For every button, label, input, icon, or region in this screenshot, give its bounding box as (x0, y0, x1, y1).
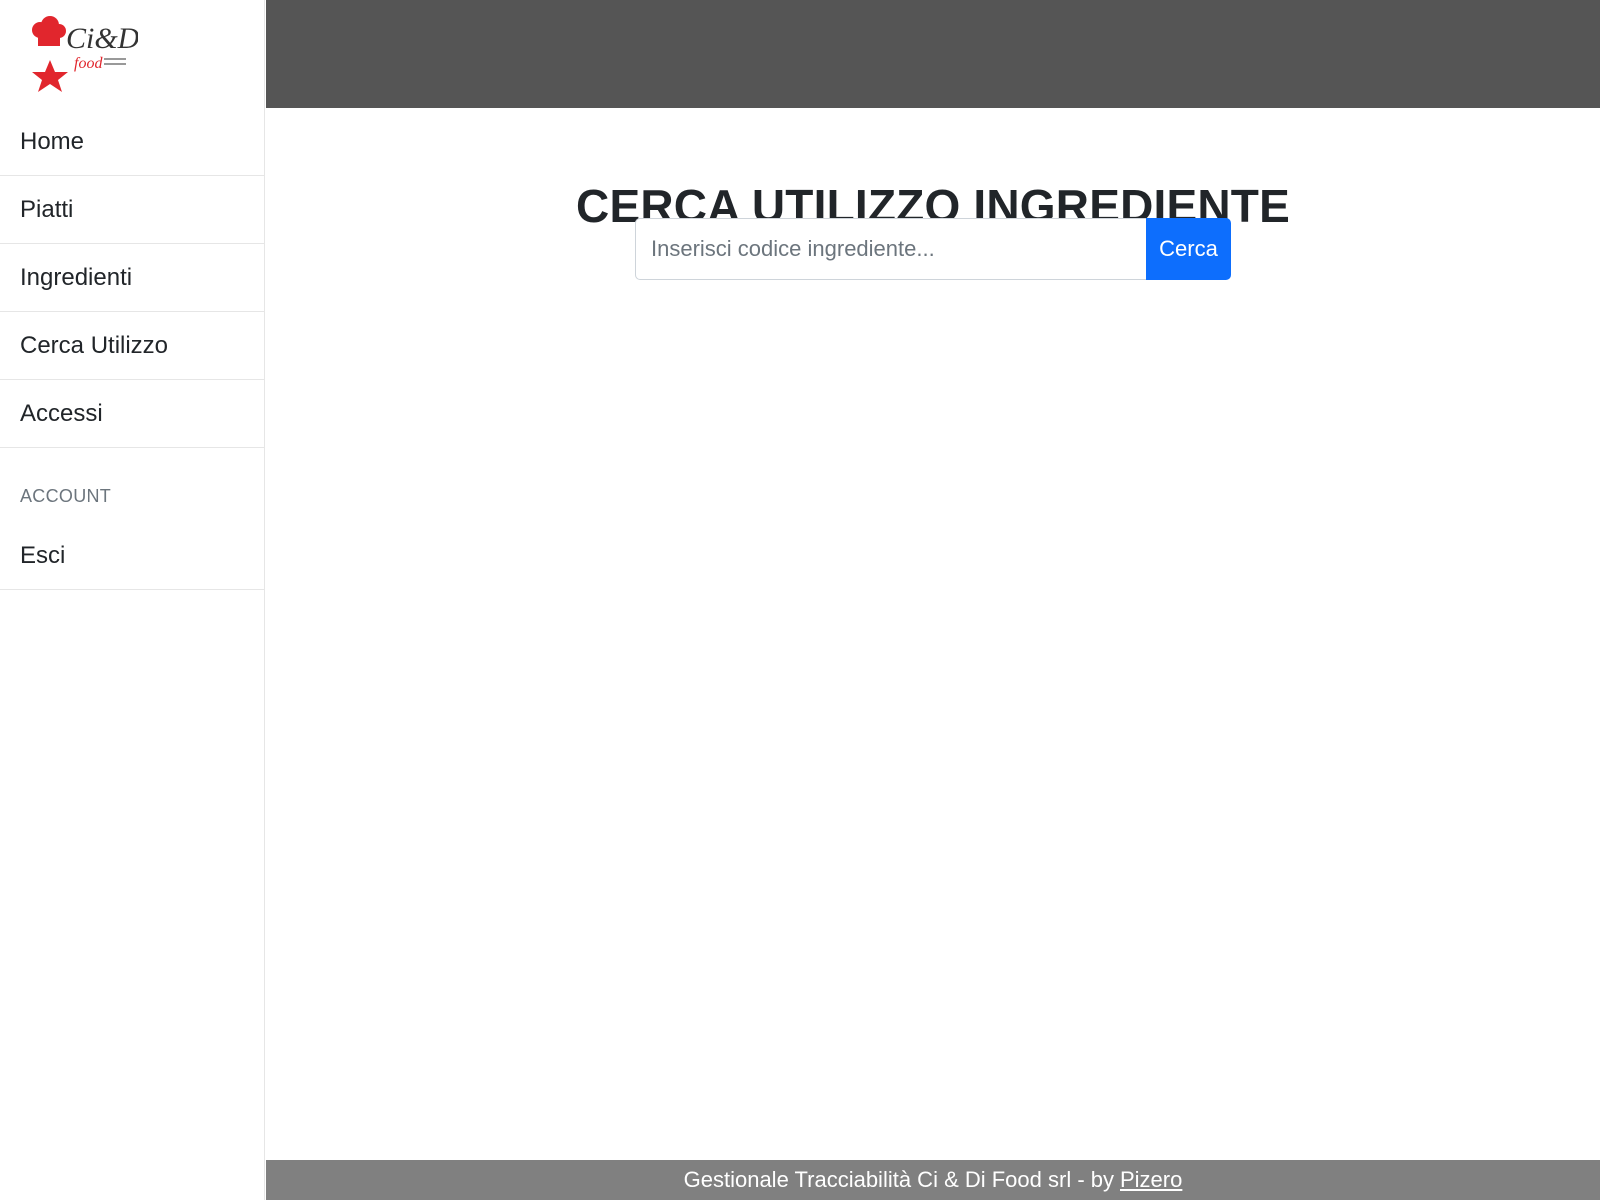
sidebar-item-ingredienti[interactable]: Ingredienti (0, 244, 265, 312)
sidebar-item-label: Accessi (20, 399, 103, 427)
sidebar-item-esci[interactable]: Esci (0, 522, 265, 590)
sidebar-item-piatti[interactable]: Piatti (0, 176, 265, 244)
brand-logo[interactable]: Ci&Di food (28, 12, 138, 94)
sidebar-item-accessi[interactable]: Accessi (0, 380, 265, 448)
ingredient-code-input[interactable] (635, 218, 1146, 280)
search-button[interactable]: Cerca (1146, 218, 1231, 280)
sidebar-item-label: Esci (20, 541, 66, 569)
svg-text:Ci&Di: Ci&Di (66, 22, 138, 55)
sidebar-item-cerca-utilizzo[interactable]: Cerca Utilizzo (0, 312, 265, 380)
footer: Gestionale Tracciabilità Ci & Di Food sr… (266, 1160, 1600, 1200)
sidebar-item-label: Ingredienti (20, 263, 133, 291)
sidebar-item-label: Cerca Utilizzo (20, 331, 169, 359)
footer-text: Gestionale Tracciabilità Ci & Di Food sr… (683, 1167, 1114, 1192)
sidebar-item-home[interactable]: Home (0, 108, 265, 176)
main-content: CERCA UTILIZZO INGREDIENTE Cerca (266, 108, 1600, 1160)
sidebar-nav: Home Piatti Ingredienti Cerca Utilizzo A… (0, 108, 265, 590)
sidebar-item-label: Home (20, 127, 85, 155)
svg-text:food: food (74, 55, 103, 72)
sidebar-item-label: Piatti (20, 195, 74, 223)
top-bar (266, 0, 1600, 108)
footer-link-pizero[interactable]: Pizero (1120, 1167, 1182, 1193)
sidebar: Ci&Di food Home Piatti Ingredienti Cerca… (0, 0, 265, 1200)
account-section-heading: ACCOUNT (20, 486, 112, 506)
chef-star-logo-icon: Ci&Di food (32, 16, 138, 92)
search-form: Cerca (635, 218, 1231, 280)
